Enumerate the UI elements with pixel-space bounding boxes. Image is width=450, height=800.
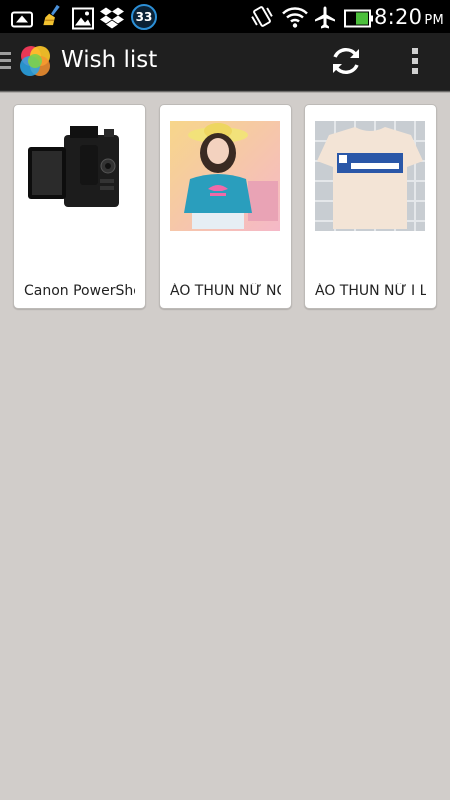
action-bar-shadow [0,90,450,93]
status-clock: 8:20 PM [374,5,444,29]
wishlist-item[interactable]: ÁO THUN NỮ I LOVE FACEBOOK [304,104,437,309]
item-name: ÁO THUN NỮ I LOVE FACEBOOK [315,283,426,299]
refresh-icon[interactable] [326,41,366,81]
wishlist-item[interactable]: Canon PowerShot G1 X [13,104,146,309]
app-logo-icon[interactable] [17,43,53,79]
girl-tshirt-thumbnail [170,121,280,231]
screenshot-icon [11,11,33,28]
airplane-icon [315,6,335,29]
overflow-menu-icon[interactable] [404,41,426,81]
gallery-icon [72,7,94,30]
item-name: ÁO THUN NỮ NGỘ NGHĨNH [170,283,281,299]
item-name: Canon PowerShot G1 X [24,283,135,299]
notification-count-badge: 33 [131,4,157,30]
broom-icon [43,4,60,26]
battery-icon [344,9,373,28]
dropbox-icon [100,7,124,29]
clock-time: 8:20 [373,5,423,29]
wifi-icon [282,7,308,28]
wishlist-item[interactable]: ÁO THUN NỮ NGỘ NGHĨNH [159,104,292,309]
facebook-tshirt-thumbnail [315,121,425,231]
status-bar: 33 8:20 PM [0,0,450,33]
action-bar: Wish list [0,33,450,90]
clock-ampm: PM [424,13,444,28]
page-title: Wish list [61,47,158,73]
menu-icon[interactable] [0,52,12,72]
vibrate-icon [251,6,273,27]
camera-thumbnail [24,121,134,231]
